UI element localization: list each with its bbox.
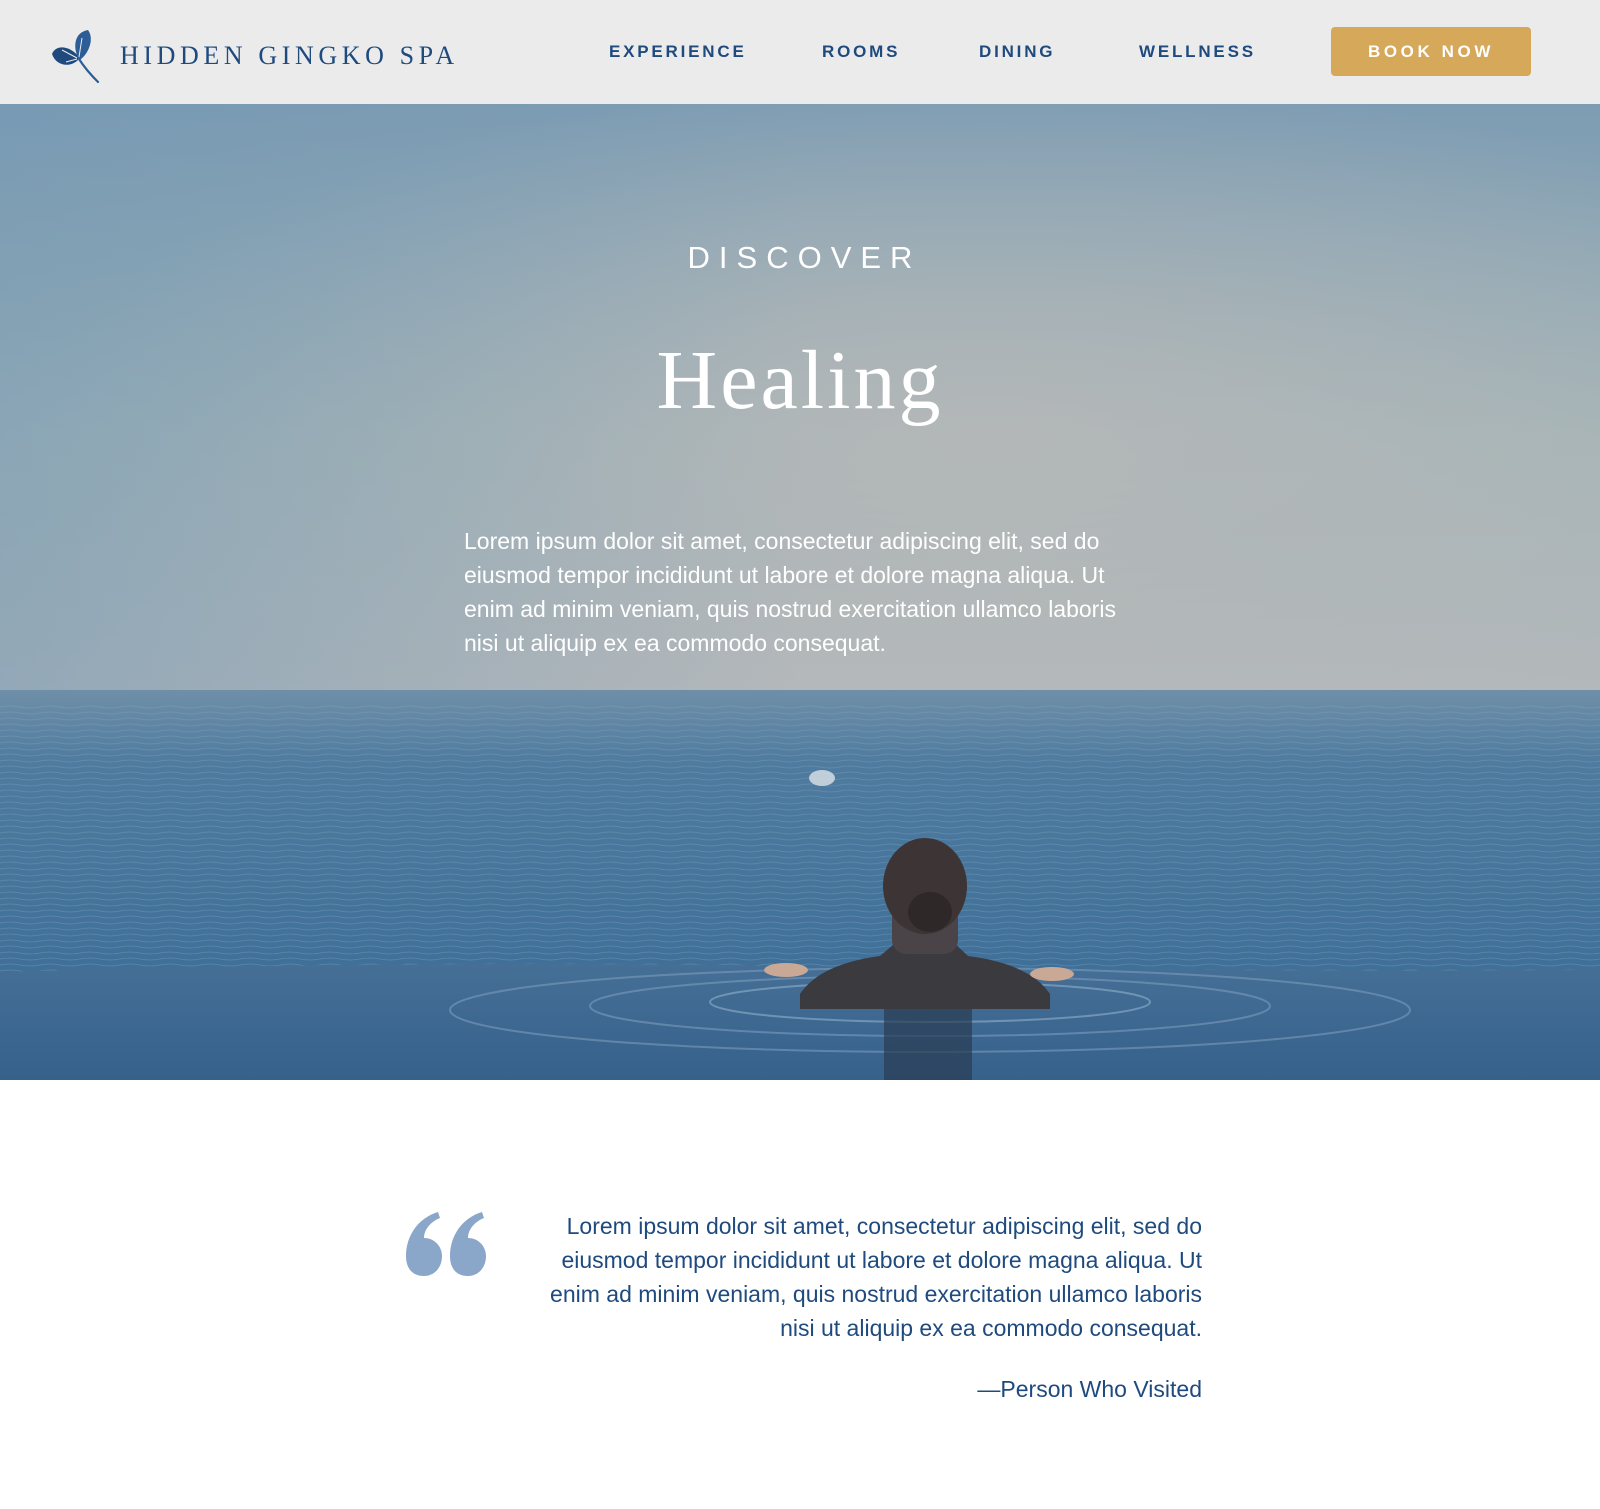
hero-section: DISCOVER Healing Lorem ipsum dolor sit a… — [0, 104, 1600, 1080]
hero-eyebrow: DISCOVER — [687, 240, 922, 275]
testimonial-author: —Person Who Visited — [977, 1376, 1202, 1402]
testimonial-quote: Lorem ipsum dolor sit amet, consectetur … — [550, 1213, 1202, 1341]
nav-wellness[interactable]: WELLNESS — [1139, 40, 1256, 64]
site-header: HIDDEN GINGKO SPA EXPERIENCE ROOMS DININ… — [0, 0, 1600, 104]
ginkgo-leaf-icon — [52, 30, 100, 84]
nav-rooms[interactable]: ROOMS — [822, 40, 900, 64]
nav-dining[interactable]: DINING — [979, 40, 1055, 64]
quote-mark-icon — [406, 1212, 486, 1276]
brand-logo-link[interactable]: HIDDEN GINGKO SPA — [50, 28, 459, 84]
hero-title: Healing — [656, 334, 944, 427]
book-now-button[interactable]: BOOK NOW — [1331, 27, 1531, 76]
hero-body-text: Lorem ipsum dolor sit amet, consectetur … — [464, 528, 1116, 656]
brand-name: HIDDEN GINGKO SPA — [120, 41, 459, 70]
testimonial-section: Lorem ipsum dolor sit amet, consectetur … — [0, 1080, 1600, 1509]
nav-experience[interactable]: EXPERIENCE — [609, 40, 747, 64]
